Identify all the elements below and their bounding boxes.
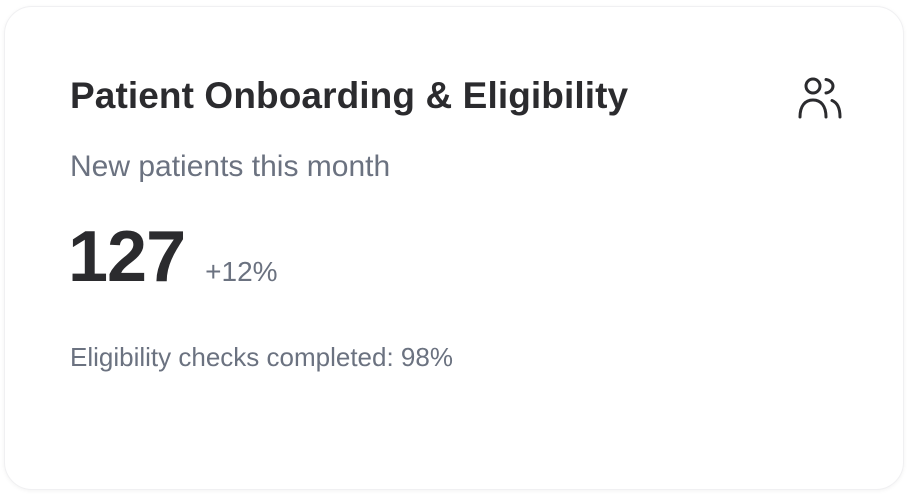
metric-change-badge: +12% [205, 256, 278, 287]
users-icon [797, 75, 843, 121]
card-title: Patient Onboarding & Eligibility [70, 75, 629, 116]
metric-row: 127 +12% [68, 221, 278, 293]
patient-onboarding-card: Patient Onboarding & Eligibility New pat… [4, 6, 904, 490]
card-subtitle: New patients this month [70, 150, 391, 183]
metric-value: 127 [68, 217, 186, 297]
eligibility-footnote: Eligibility checks completed: 98% [70, 342, 453, 372]
